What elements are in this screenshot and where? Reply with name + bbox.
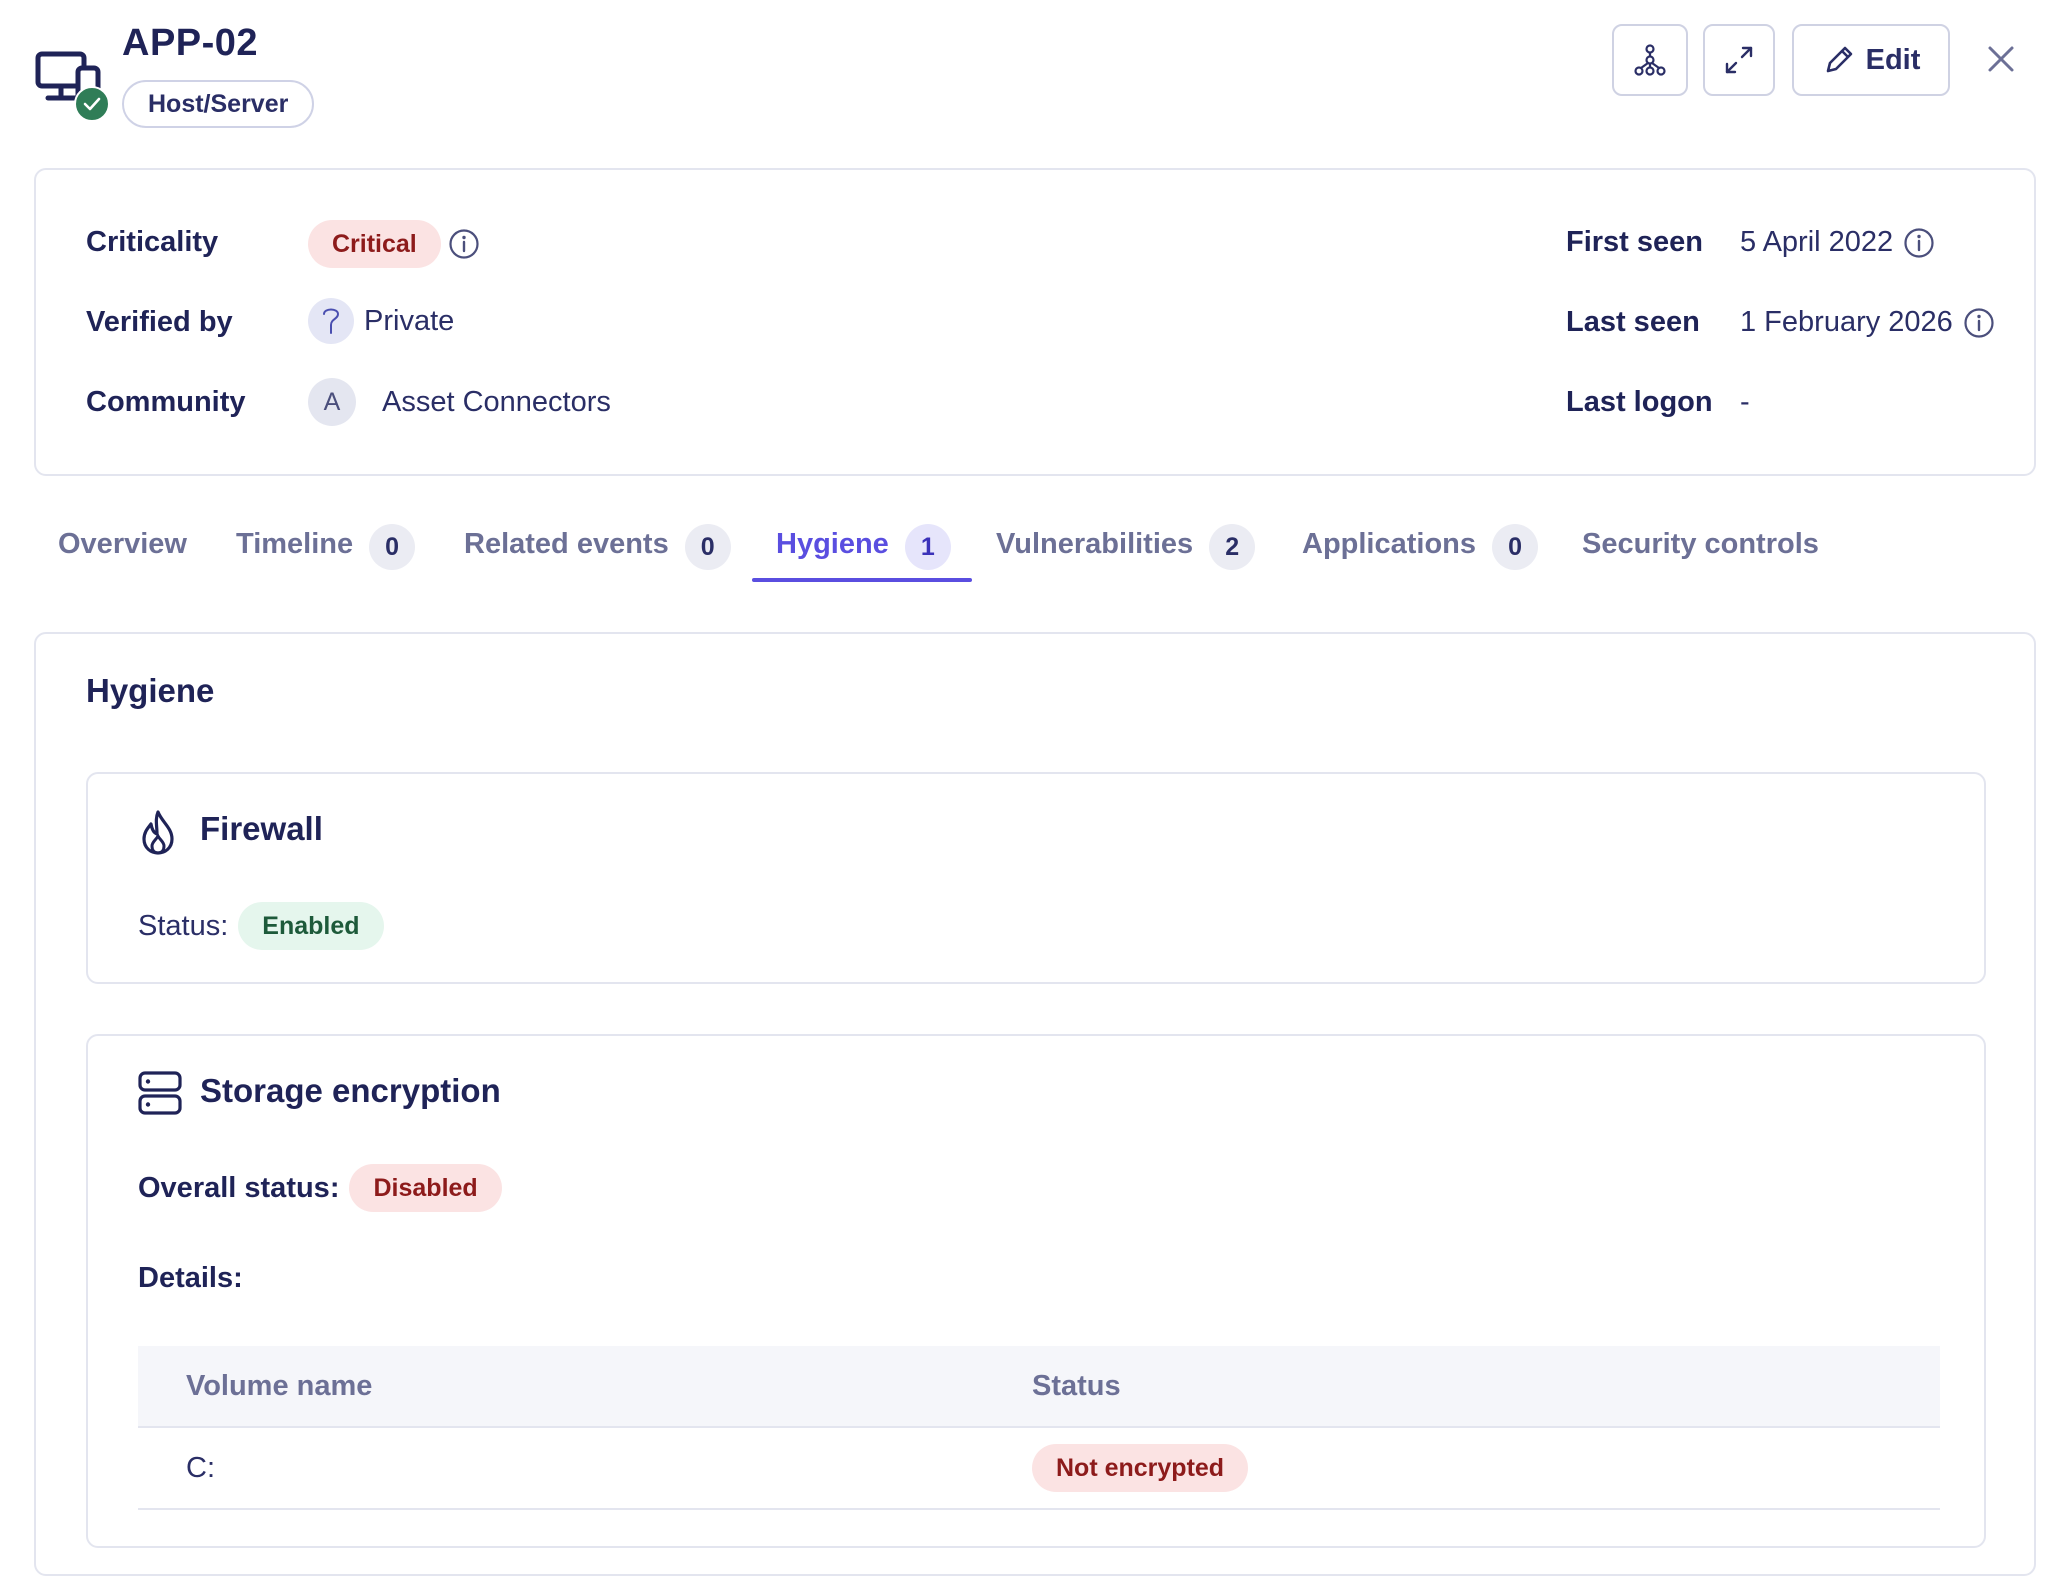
firewall-status-label: Status:	[138, 909, 229, 942]
tab-label: Timeline	[236, 528, 354, 560]
graph-view-button[interactable]	[1612, 24, 1688, 96]
column-header-volume[interactable]: Volume name	[138, 1370, 1032, 1403]
verified-by-text: Private	[364, 304, 455, 337]
active-tab-indicator	[752, 578, 972, 582]
pencil-icon	[1826, 46, 1852, 73]
firewall-card: Firewall Status: Enabled	[86, 772, 1986, 984]
tab-count: 2	[1209, 524, 1256, 570]
first-seen-value: 5 April 2022	[1740, 226, 1935, 259]
tab-applications[interactable]: Applications 0	[1302, 520, 1539, 586]
storage-encryption-card: Storage encryption Overall status: Disab…	[86, 1034, 1986, 1548]
last-logon-value: -	[1740, 386, 1750, 418]
info-icon[interactable]	[448, 228, 480, 260]
firewall-status: Status: Enabled	[138, 902, 384, 950]
tab-bar: Overview Timeline 0 Related events 0 Hyg…	[34, 520, 2036, 586]
criticality-label: Criticality	[86, 226, 219, 258]
community-value: A Asset Connectors	[308, 378, 611, 426]
tab-label: Security controls	[1582, 528, 1819, 560]
criticality-badge: Critical	[308, 220, 441, 268]
tab-label: Related events	[464, 528, 669, 560]
tab-hygiene[interactable]: Hygiene 1	[776, 520, 951, 586]
storage-overall-status: Overall status: Disabled	[138, 1164, 502, 1212]
expand-button[interactable]	[1703, 24, 1775, 96]
tab-count: 1	[904, 524, 951, 570]
first-seen-label: First seen	[1566, 226, 1703, 258]
tab-count: 0	[1492, 524, 1539, 570]
last-seen-text: 1 February 2026	[1740, 306, 1953, 338]
tab-related-events[interactable]: Related events 0	[464, 520, 731, 586]
table-header: Volume name Status	[138, 1346, 1940, 1428]
overall-status-label: Overall status:	[138, 1171, 340, 1204]
volume-status-cell: Not encrypted	[1032, 1444, 1940, 1492]
storage-title: Storage encryption	[200, 1072, 501, 1109]
column-header-status[interactable]: Status	[1032, 1370, 1940, 1403]
flame-icon	[142, 810, 174, 855]
tab-overview[interactable]: Overview	[58, 520, 187, 586]
volumes-table: Volume name Status C: Not encrypted	[138, 1346, 1940, 1510]
last-logon-label: Last logon	[1566, 386, 1713, 418]
last-seen-label: Last seen	[1566, 306, 1700, 338]
info-icon[interactable]	[1963, 307, 1995, 339]
volume-name-cell: C:	[186, 1451, 215, 1484]
close-icon[interactable]	[1984, 42, 2018, 76]
last-seen-value: 1 February 2026	[1740, 306, 1995, 339]
tab-vulnerabilities[interactable]: Vulnerabilities 2	[996, 520, 1256, 586]
expand-icon	[1725, 46, 1753, 74]
details-heading: Details:	[138, 1262, 243, 1295]
edit-button-label: Edit	[1865, 43, 1921, 76]
tab-label: Vulnerabilities	[996, 528, 1194, 560]
info-icon[interactable]	[1903, 227, 1935, 259]
question-icon	[323, 308, 340, 334]
tab-label: Applications	[1302, 528, 1477, 560]
tab-security-controls[interactable]: Security controls	[1582, 520, 1819, 586]
firewall-status-badge: Enabled	[238, 902, 384, 950]
community-label: Community	[86, 386, 246, 418]
community-text: Asset Connectors	[382, 385, 611, 418]
asset-type-badge: Host/Server	[122, 80, 315, 128]
graph-icon	[1634, 44, 1666, 76]
volume-status-badge: Not encrypted	[1032, 1444, 1249, 1492]
verified-by-value: Private	[308, 298, 454, 344]
hygiene-panel: Hygiene Firewall Status: Enabled Storage…	[34, 632, 2036, 1576]
page-title: APP-02	[122, 22, 259, 64]
first-seen-text: 5 April 2022	[1740, 226, 1894, 258]
tab-timeline[interactable]: Timeline 0	[236, 520, 416, 586]
header: APP-02 Host/Server Edit	[0, 0, 2052, 150]
community-avatar: A	[308, 378, 356, 426]
overall-status-badge: Disabled	[349, 1164, 502, 1212]
edit-button[interactable]: Edit	[1792, 24, 1950, 96]
details-label: Details:	[138, 1262, 243, 1294]
asset-details-card: Criticality Critical Verified by Private…	[34, 168, 2036, 476]
storage-icon	[138, 1071, 182, 1115]
tab-count: 0	[684, 524, 731, 570]
tab-count: 0	[369, 524, 416, 570]
private-avatar	[308, 298, 354, 344]
verified-by-label: Verified by	[86, 306, 233, 338]
verified-check-icon	[74, 86, 110, 122]
firewall-title: Firewall	[200, 810, 323, 847]
tab-label: Overview	[58, 528, 187, 560]
table-row: C: Not encrypted	[138, 1428, 1940, 1510]
tab-label: Hygiene	[776, 528, 889, 560]
hygiene-title: Hygiene	[86, 672, 215, 709]
